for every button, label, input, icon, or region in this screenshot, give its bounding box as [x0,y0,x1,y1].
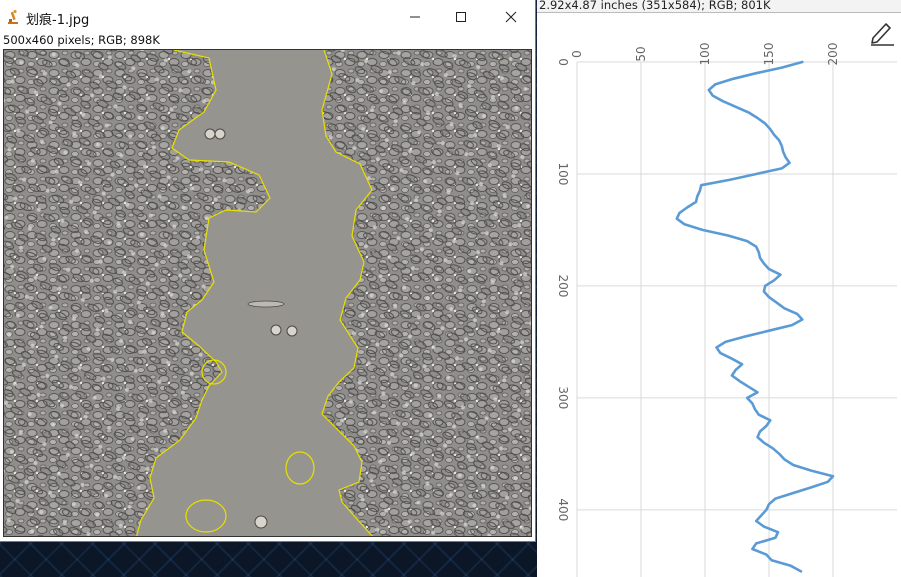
y-tick-label: 200 [556,274,570,297]
profile-chart: 0 50 100 150 200 0 100 200 300 400 [556,43,897,577]
y-tick-label: 400 [556,498,570,521]
x-tick-label: 200 [826,43,840,66]
x-tick-label: 100 [698,43,712,66]
profile-plot-panel: 2.92x4.87 inches (351x584); RGB; 801K 0 5… [537,0,901,577]
y-tick-label: 100 [556,163,570,186]
maximize-button[interactable] [438,0,484,34]
scratch-assay-micrograph [4,50,531,536]
profile-trace-line [675,60,835,573]
minimize-button[interactable] [392,0,438,34]
floating-cell [270,324,282,336]
image-info-label: 500x460 pixels; RGB; 898K [3,33,160,47]
chart-series [675,60,835,573]
floating-cell [286,325,298,337]
floating-cell [247,300,285,308]
maximize-icon [456,12,466,22]
window-titlebar[interactable]: 划痕-1.jpg [0,0,535,34]
close-icon [505,11,517,23]
imagej-microscope-icon [8,9,18,24]
chart-tick-labels: 0 50 100 150 200 0 100 200 300 400 [556,43,840,522]
x-tick-label: 150 [762,43,776,66]
x-tick-label: 50 [634,46,648,61]
y-tick-label: 0 [556,58,570,66]
y-tick-label: 300 [556,386,570,409]
floating-cell [204,128,216,140]
image-window: 划痕-1.jpg 500x460 pixels; RGB; 898K [0,0,536,542]
image-canvas[interactable] [3,49,532,537]
close-button[interactable] [488,0,534,34]
chart-grid [576,61,897,577]
minimize-icon [410,16,420,18]
floating-cell [214,128,226,140]
x-tick-label: 0 [570,50,584,58]
floating-cell [254,515,268,529]
window-title: 划痕-1.jpg [26,13,90,28]
panel-header-text: 2.92x4.87 inches (351x584); RGB; 801K [539,0,771,12]
